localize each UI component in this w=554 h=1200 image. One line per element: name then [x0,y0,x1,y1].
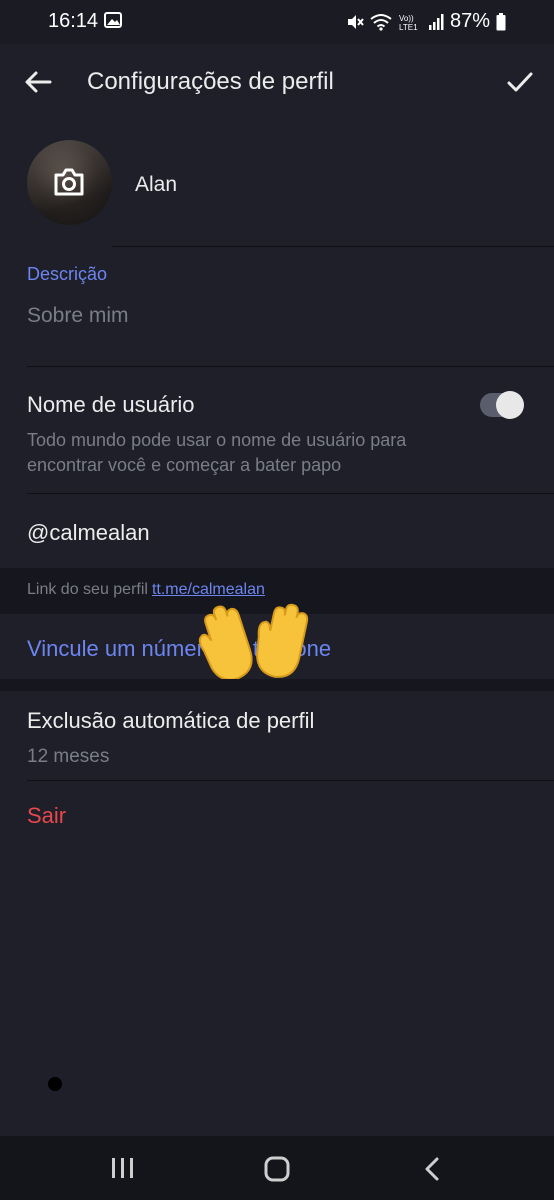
username-help-text: Todo mundo pode usar o nome de usuário p… [27,430,407,475]
page-title: Configurações de perfil [87,68,334,95]
back-arrow-icon[interactable] [22,66,54,98]
avatar[interactable] [27,140,112,225]
username-input[interactable]: @calmealan [27,520,150,546]
home-icon[interactable] [264,1156,290,1182]
divider [112,246,554,247]
divider [27,366,554,367]
description-label: Descrição [27,264,108,284]
svg-text:Vo)): Vo)) [399,14,414,23]
recent-apps-icon[interactable] [110,1156,136,1180]
gallery-icon [104,12,122,28]
system-nav-bar [0,1136,554,1200]
profile-name[interactable]: Alan [135,173,177,197]
check-icon[interactable] [504,66,536,98]
svg-text:LTE1: LTE1 [399,23,418,31]
username-label: Nome de usuário [27,392,195,417]
waving-hands-icon [198,603,309,681]
mute-icon [347,14,364,29]
camera-icon[interactable] [53,167,85,197]
back-icon[interactable] [422,1156,442,1182]
status-icons: Vo)) LTE1 87% [346,10,506,33]
toggle-knob [496,391,524,419]
status-time: 16:14 [48,10,99,32]
profile-link-prefix: Link do seu perfil [27,581,148,598]
floating-dot [48,1077,62,1091]
auto-delete-value: 12 meses [27,746,110,767]
description-input[interactable]: Sobre mim [27,304,129,328]
divider [27,493,554,494]
signal-icon [428,13,444,30]
profile-link-text: Link do seu perfil tt.me/calmealan [27,581,265,599]
wifi-icon [370,13,392,31]
status-bar: 16:14 Vo)) LTE1 87% [0,0,554,44]
volte-icon: Vo)) LTE1 [399,14,418,31]
profile-header: Alan [0,130,554,240]
app-bar: Configurações de perfil [0,44,554,120]
section-separator [0,679,554,691]
divider [27,780,554,781]
battery-percent: 87% [449,10,490,32]
logout-button[interactable]: Sair [27,803,66,829]
username-toggle[interactable] [480,391,524,419]
auto-delete-label[interactable]: Exclusão automática de perfil [27,708,314,734]
profile-link-url[interactable]: tt.me/calmealan [152,581,265,598]
battery-icon [496,12,506,30]
